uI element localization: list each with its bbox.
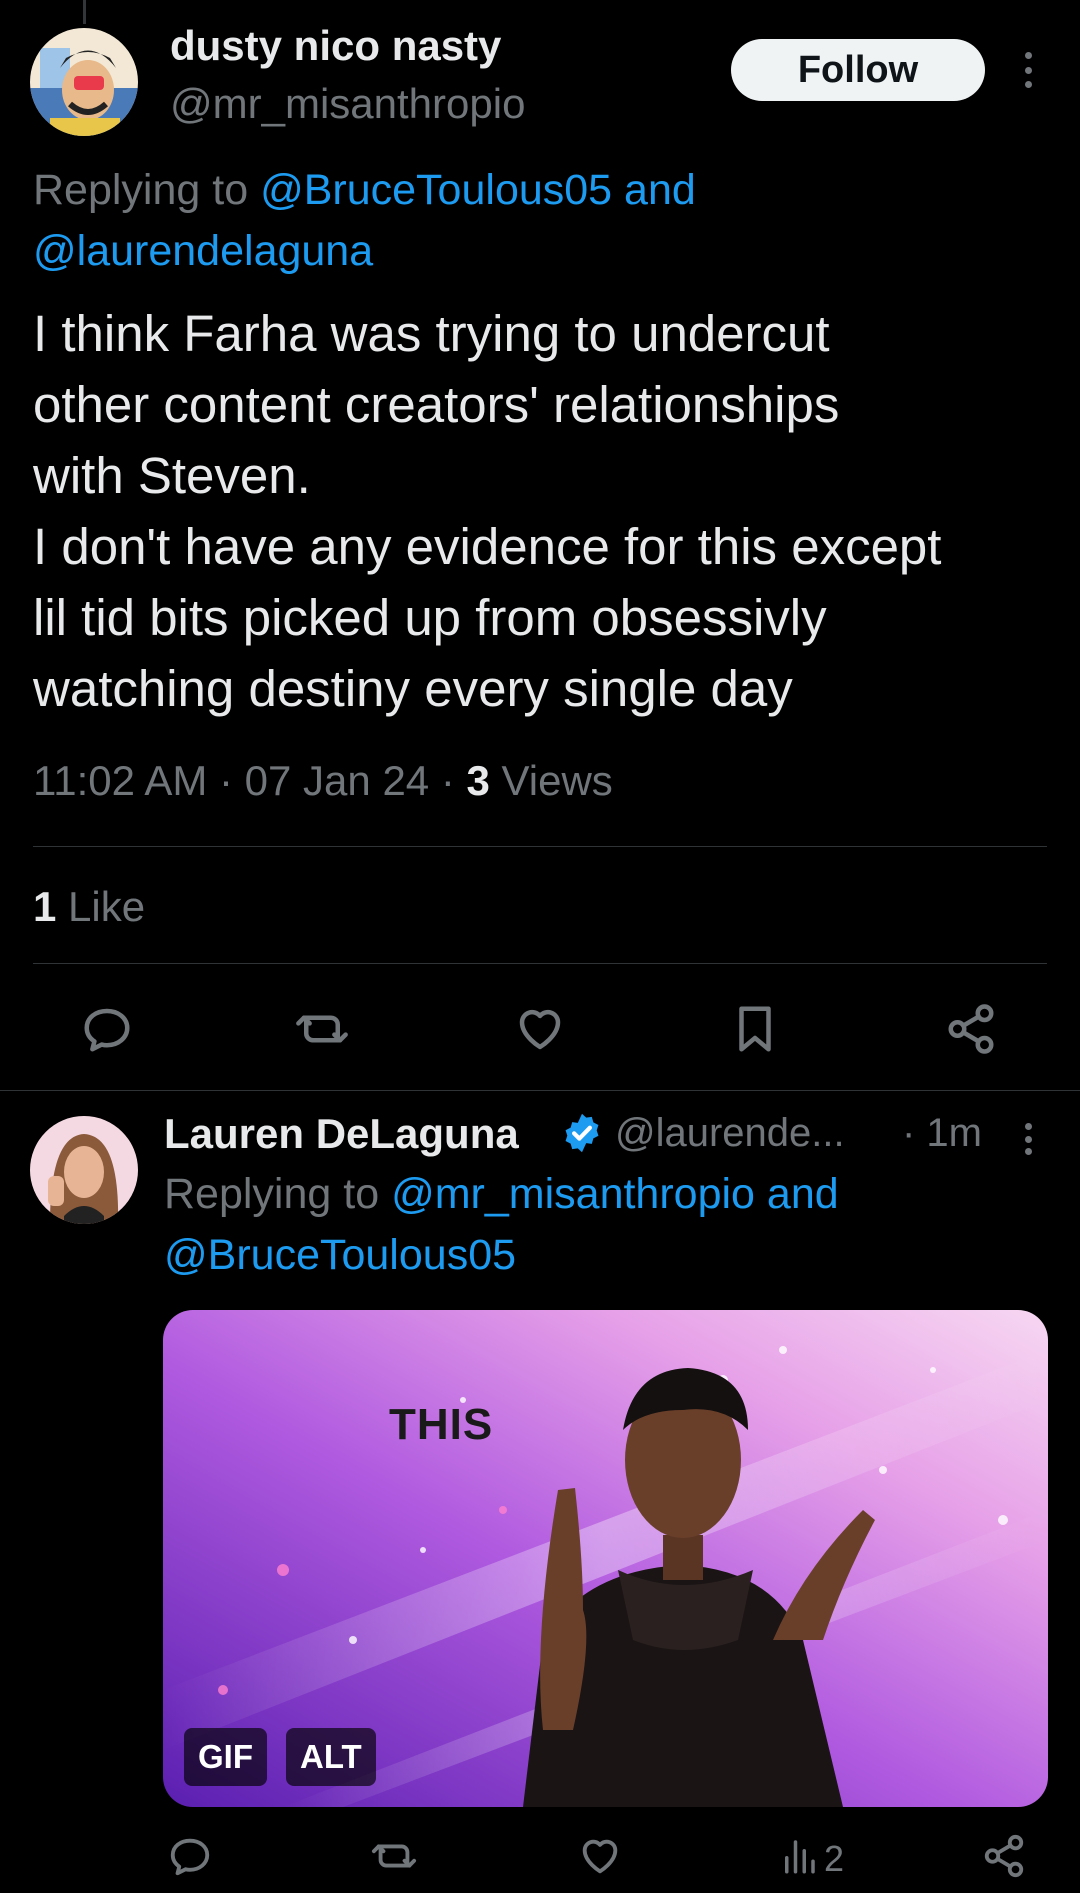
reply-icon[interactable]: [80, 1002, 134, 1056]
tweet-meta: 11:02 AM · 07 Jan 24 · 3 Views: [33, 757, 613, 805]
more-options-icon[interactable]: [1022, 52, 1034, 88]
like-icon[interactable]: [513, 1002, 567, 1056]
mention-link[interactable]: @laurendelaguna: [33, 227, 373, 275]
verified-badge-icon: [565, 1113, 599, 1153]
mention-link[interactable]: @BruceToulous05: [164, 1231, 516, 1279]
gif-badge: GIF: [184, 1728, 267, 1786]
reply-icon[interactable]: [167, 1833, 213, 1879]
divider: [33, 963, 1047, 964]
timestamp[interactable]: · 1m: [902, 1111, 982, 1156]
likes-label: Like: [68, 883, 146, 930]
views-icon[interactable]: [778, 1833, 820, 1879]
avatar[interactable]: [30, 28, 138, 136]
tweet-date[interactable]: 07 Jan 24: [245, 757, 430, 804]
divider: [33, 846, 1047, 847]
mention-link[interactable]: @BruceToulous05: [260, 166, 612, 214]
thread-connector-line: [83, 0, 86, 24]
replying-prefix: Replying to: [164, 1170, 392, 1218]
display-name[interactable]: Lauren DeLaguna: [164, 1110, 519, 1158]
replying-prefix: Replying to: [33, 166, 261, 214]
share-icon[interactable]: [944, 1002, 998, 1056]
tweet-time[interactable]: 11:02 AM: [33, 757, 207, 804]
retweet-icon[interactable]: [295, 1002, 349, 1056]
divider: [0, 1090, 1080, 1091]
mention-joiner: and: [612, 166, 696, 214]
more-options-icon[interactable]: [1022, 1123, 1034, 1155]
views-count: 3: [466, 757, 490, 804]
gif-caption: THIS: [389, 1400, 494, 1449]
like-icon[interactable]: [577, 1833, 623, 1879]
replying-to: Replying to @BruceToulous05 and @laurend…: [33, 160, 1033, 282]
follow-button[interactable]: Follow: [731, 39, 985, 101]
share-icon[interactable]: [981, 1833, 1027, 1879]
alt-badge[interactable]: ALT: [286, 1728, 376, 1786]
replying-to: Replying to @mr_misanthropio and @BruceT…: [164, 1164, 1064, 1286]
tweet-body: I think Farha was trying to undercut oth…: [33, 305, 942, 717]
mention-link[interactable]: @mr_misanthropio: [391, 1170, 755, 1218]
likes-summary[interactable]: 1 Like: [33, 883, 145, 931]
views-label: Views: [501, 757, 613, 804]
display-name[interactable]: dusty nico nasty: [170, 22, 501, 70]
user-handle[interactable]: @laurende...: [615, 1111, 845, 1156]
bookmark-icon[interactable]: [728, 1002, 782, 1056]
avatar[interactable]: [30, 1116, 138, 1224]
mention-joiner: and: [754, 1170, 839, 1218]
likes-count: 1: [33, 883, 57, 930]
retweet-icon[interactable]: [371, 1833, 417, 1879]
separator-dot: ·: [219, 757, 245, 804]
user-handle[interactable]: @mr_misanthropio: [170, 80, 525, 128]
separator-dot: ·: [440, 757, 467, 804]
views-count: 2: [824, 1838, 845, 1879]
